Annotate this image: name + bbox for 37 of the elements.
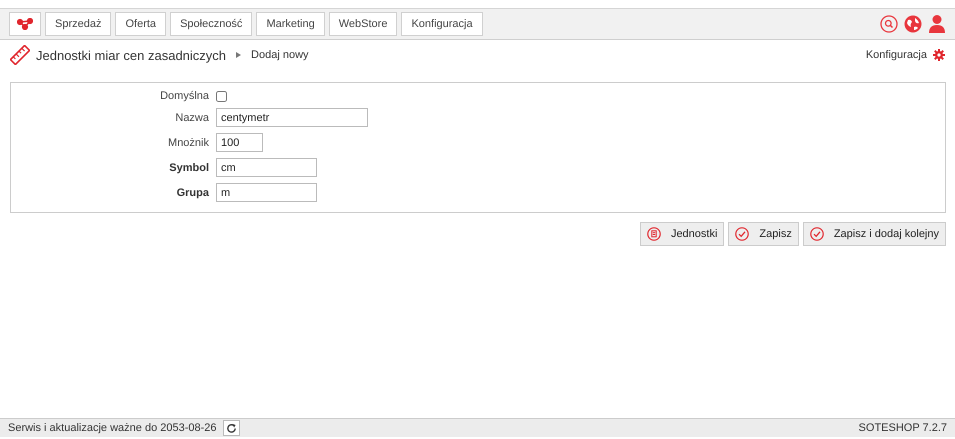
field-label: Nazwa — [174, 112, 209, 124]
globe-icon[interactable] — [904, 15, 922, 33]
checkmark-icon — [810, 227, 824, 241]
input-field[interactable]: cm — [216, 158, 317, 177]
refresh-button[interactable] — [222, 420, 240, 436]
service-text: Serwis i aktualizacje ważne do 2053-08-26 — [8, 422, 217, 434]
search-icon[interactable] — [880, 15, 898, 33]
input-field[interactable]: centymetr — [216, 108, 368, 127]
action-button[interactable]: Jednostki — [640, 222, 724, 246]
ruler-icon — [10, 45, 30, 65]
menu-button[interactable]: Oferta — [115, 12, 166, 36]
field-label: Symbol — [168, 162, 209, 174]
menu-button[interactable]: Konfiguracja — [401, 12, 483, 36]
menu-button[interactable]: Społeczność — [170, 12, 252, 36]
input-field[interactable]: 100 — [216, 133, 263, 152]
breadcrumb-current: Dodaj nowy — [251, 49, 309, 61]
field-label: Domyślna — [159, 90, 209, 102]
menu-button[interactable]: WebStore — [328, 12, 398, 36]
network-icon — [17, 18, 33, 30]
breadcrumb-arrow-icon — [236, 52, 242, 58]
menu-button[interactable]: Sprzedaż — [45, 12, 112, 36]
action-button[interactable]: Zapisz i dodaj kolejny — [802, 222, 946, 246]
page-title[interactable]: Jednostki miar cen zasadniczych — [36, 48, 226, 62]
action-button[interactable]: Zapisz — [728, 222, 799, 246]
refresh-icon — [226, 422, 237, 434]
version-text: SOTESHOP 7.2.7 — [858, 422, 947, 434]
user-icon[interactable] — [928, 14, 946, 34]
home-button[interactable] — [9, 12, 41, 36]
gear-icon[interactable] — [933, 49, 945, 61]
config-link[interactable]: Konfiguracja — [866, 49, 927, 61]
checkmark-icon — [735, 227, 750, 241]
checkbox[interactable] — [216, 90, 227, 102]
document-icon — [646, 227, 661, 241]
field-label: Mnożnik — [167, 136, 209, 148]
field-label: Grupa — [176, 186, 209, 198]
menu-button[interactable]: Marketing — [256, 12, 325, 36]
input-field[interactable]: m — [216, 183, 317, 202]
